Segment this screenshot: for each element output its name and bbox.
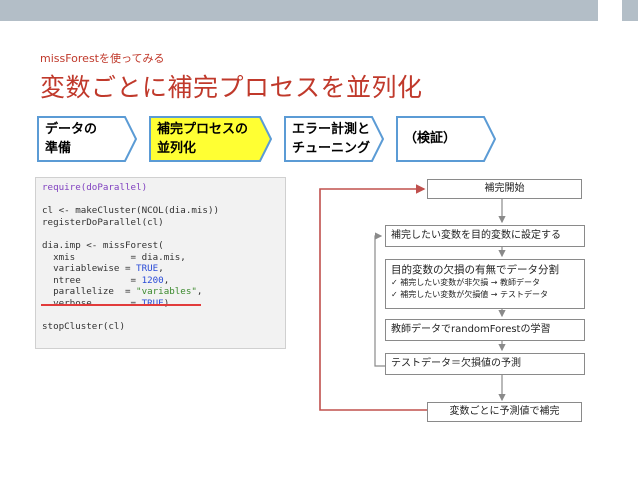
flow-set-target: 補完したい変数を目的変数に設定する xyxy=(385,225,585,247)
flow-learn: 教師データでrandomForestの学習 xyxy=(385,319,585,341)
check-icon: ✓ xyxy=(391,278,398,287)
flow-split: 目的変数の欠損の有無でデータ分割 ✓ 補完したい変数が非欠損 → 教師データ ✓… xyxy=(385,259,585,309)
flow-end: 変数ごとに予測値で補完 xyxy=(427,402,582,422)
flow-predict: テストデータ＝欠損値の予測 xyxy=(385,353,585,375)
flow-start: 補完開始 xyxy=(427,179,582,199)
check-icon: ✓ xyxy=(391,290,398,299)
